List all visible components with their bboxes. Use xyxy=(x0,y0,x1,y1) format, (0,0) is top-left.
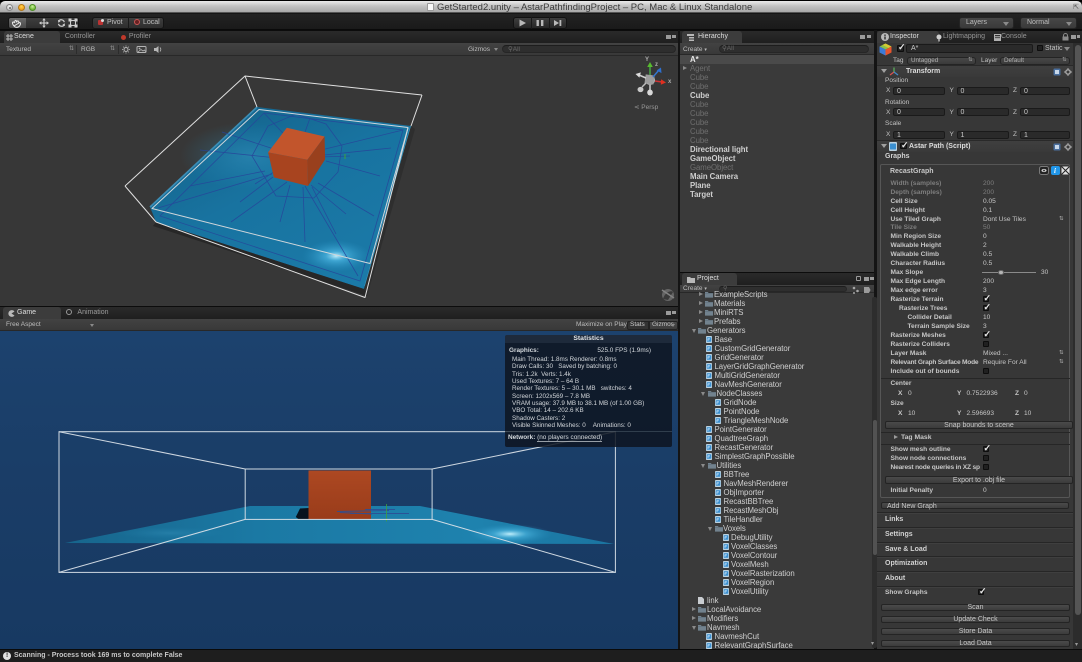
svg-text:i: i xyxy=(1054,167,1056,175)
